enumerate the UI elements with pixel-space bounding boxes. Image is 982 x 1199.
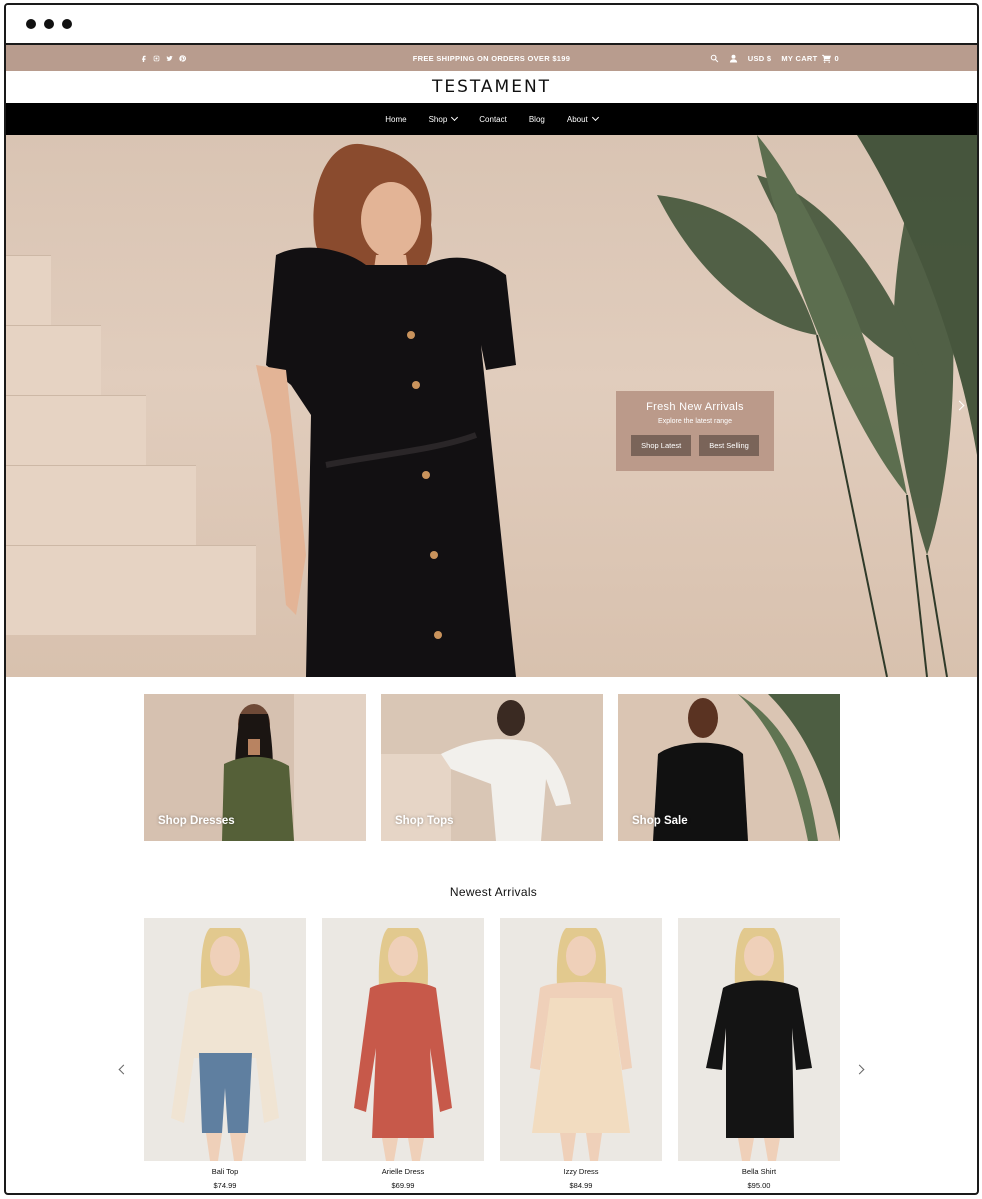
window-control-dot[interactable] [62, 19, 72, 29]
shop-latest-button[interactable]: Shop Latest [631, 435, 692, 456]
product-card[interactable]: Arielle Dress $69.99 [322, 918, 484, 1190]
nav-label: About [566, 114, 588, 124]
nav-item-shop[interactable]: Shop [428, 113, 459, 124]
chevron-down-icon [591, 113, 599, 122]
collection-tops[interactable]: Shop Tops [381, 694, 603, 841]
nav-item-home[interactable]: Home [385, 115, 406, 124]
main-navigation: Home Shop Contact Blog About [6, 103, 977, 135]
carousel-next-arrow[interactable] [854, 1064, 865, 1075]
product-card[interactable]: Bella Shirt $95.00 [678, 918, 840, 1190]
collection-sale[interactable]: Shop Sale [618, 694, 840, 841]
logo-bar: TESTAMENT [6, 71, 977, 103]
product-image [500, 918, 662, 1161]
hero-slideshow[interactable]: Fresh New Arrivals Explore the latest ra… [6, 135, 977, 677]
product-price: $74.99 [213, 1181, 237, 1190]
window-titlebar [6, 5, 977, 45]
browser-window: FREE SHIPPING ON ORDERS OVER $199 USD $ … [4, 3, 979, 1195]
announcement-bar: FREE SHIPPING ON ORDERS OVER $199 USD $ … [6, 45, 977, 71]
header-utilities: USD $ MY CART 0 [710, 54, 839, 63]
nav-item-blog[interactable]: Blog [529, 115, 545, 124]
product-name: Bali Top [211, 1167, 239, 1176]
collection-label: Shop Tops [395, 815, 454, 827]
nav-label: Blog [528, 114, 545, 124]
collection-dresses[interactable]: Shop Dresses [144, 694, 366, 841]
currency-selector[interactable]: USD $ [748, 54, 772, 63]
product-card[interactable]: Izzy Dress $84.99 [500, 918, 662, 1190]
collection-label: Shop Dresses [158, 815, 235, 827]
product-image [322, 918, 484, 1161]
window-control-dot[interactable] [26, 19, 36, 29]
product-name: Izzy Dress [563, 1167, 599, 1176]
nav-label: Home [385, 114, 407, 124]
search-icon[interactable] [710, 54, 719, 63]
product-card[interactable]: Bali Top $74.99 [144, 918, 306, 1190]
chevron-down-icon [451, 113, 459, 122]
nav-item-contact[interactable]: Contact [479, 115, 507, 124]
account-icon[interactable] [729, 54, 738, 63]
nav-item-about[interactable]: About [566, 113, 599, 124]
hero-model-image [256, 143, 516, 677]
hero-subtitle: Explore the latest range [658, 418, 732, 425]
store-logo[interactable]: TESTAMENT [432, 77, 551, 97]
cart-link[interactable]: MY CART 0 [781, 54, 839, 63]
collection-grid: Shop Dresses Shop Tops Shop Sale [144, 694, 840, 841]
product-price: $84.99 [569, 1181, 593, 1190]
newest-arrivals-title: Newest Arrivals [449, 885, 538, 899]
product-price: $69.99 [391, 1181, 415, 1190]
product-image [678, 918, 840, 1161]
collection-label: Shop Sale [632, 815, 688, 827]
product-name: Bella Shirt [741, 1167, 777, 1176]
product-name: Arielle Dress [381, 1167, 425, 1176]
product-price: $95.00 [747, 1181, 771, 1190]
product-carousel: Bali Top $74.99 Arielle Dress $69.99 Izz… [144, 918, 840, 1190]
carousel-prev-arrow[interactable] [118, 1064, 129, 1075]
best-selling-button[interactable]: Best Selling [699, 435, 759, 456]
window-control-dot[interactable] [44, 19, 54, 29]
hero-title: Fresh New Arrivals [646, 401, 744, 413]
nav-label: Shop [428, 114, 448, 124]
nav-label: Contact [479, 114, 507, 124]
product-image [144, 918, 306, 1161]
hero-promo-card: Fresh New Arrivals Explore the latest ra… [616, 391, 774, 471]
cart-label: MY CART [781, 53, 818, 63]
cart-count: 0 [834, 53, 839, 63]
cart-icon [821, 54, 831, 63]
